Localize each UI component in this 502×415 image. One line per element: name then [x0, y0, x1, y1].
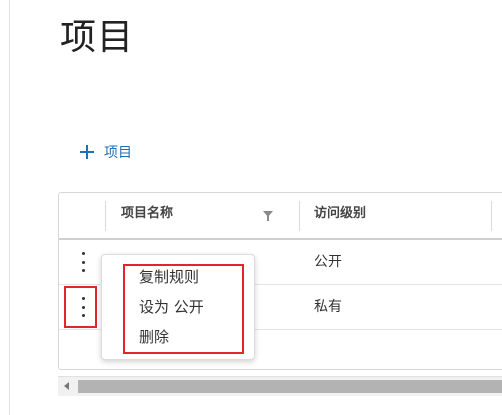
menu-highlight — [123, 264, 244, 354]
column-separator — [105, 201, 106, 231]
plus-icon — [80, 145, 94, 159]
page-left-border — [9, 0, 10, 415]
filter-icon[interactable] — [263, 211, 273, 221]
scrollbar-thumb[interactable] — [78, 380, 502, 393]
column-header-project-name[interactable]: 项目名称 — [121, 193, 173, 238]
scroll-left-arrow-icon[interactable] — [64, 382, 69, 390]
more-vertical-icon-dot — [81, 260, 85, 264]
column-separator — [491, 201, 492, 231]
table-header: 项目名称 访问级别 — [59, 193, 502, 240]
add-project-label: 项目 — [104, 145, 132, 161]
horizontal-scrollbar[interactable] — [58, 376, 502, 396]
access-level-cell: 私有 — [314, 299, 342, 315]
add-project-button[interactable]: 项目 — [80, 140, 132, 164]
row-context-menu: 复制规则 设为 公开 删除 — [101, 254, 255, 360]
page-title: 项目 — [60, 17, 135, 58]
column-header-access-level[interactable]: 访问级别 — [314, 193, 366, 238]
row-actions-highlight — [64, 286, 97, 328]
more-vertical-icon — [81, 252, 85, 255]
column-separator — [299, 201, 300, 231]
access-level-cell: 公开 — [314, 254, 342, 270]
row-actions-button[interactable] — [77, 250, 89, 274]
more-vertical-icon-dot — [81, 269, 85, 272]
